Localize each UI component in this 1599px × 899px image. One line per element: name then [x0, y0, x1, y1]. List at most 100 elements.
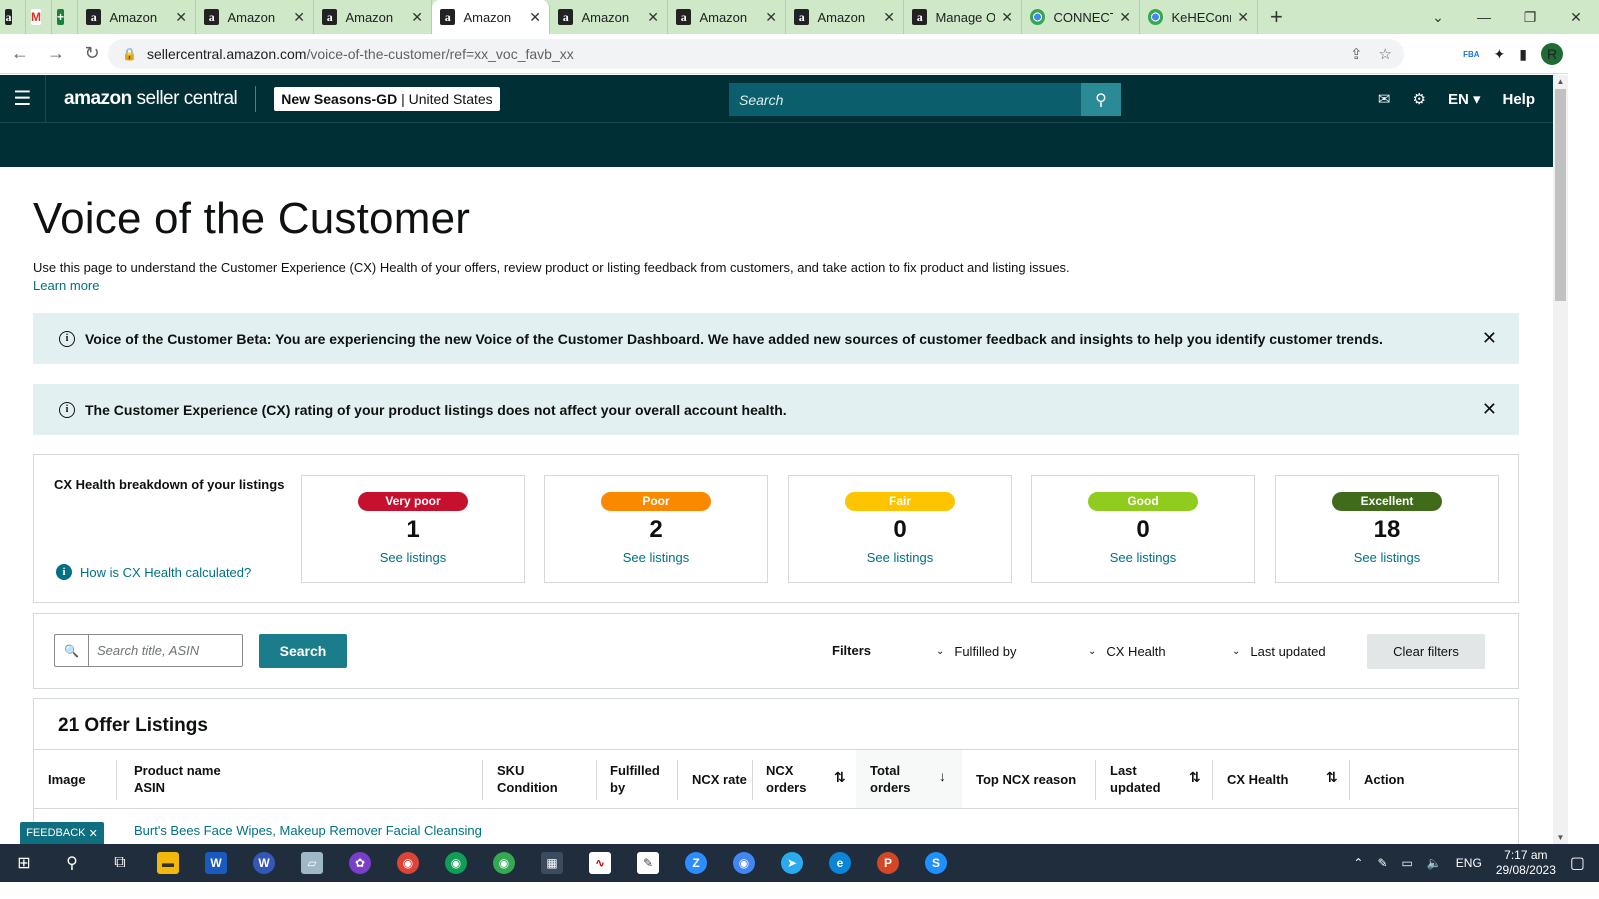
close-icon[interactable]: ✕: [1237, 9, 1249, 26]
col-top-ncx-reason[interactable]: Top NCX reason: [976, 750, 1076, 808]
see-listings-link[interactable]: See listings: [545, 550, 767, 565]
chrome-icon[interactable]: ◉: [720, 844, 768, 882]
sort-icon[interactable]: ⇅: [1326, 769, 1338, 786]
chevron-up-icon[interactable]: ⌃: [1353, 856, 1363, 870]
extensions-puzzle-icon[interactable]: ✦: [1494, 46, 1506, 63]
see-listings-link[interactable]: See listings: [1032, 550, 1254, 565]
profile-avatar[interactable]: R: [1541, 43, 1563, 65]
col-ncx-orders[interactable]: NCX orders: [766, 750, 806, 808]
sort-icon[interactable]: ⇅: [1189, 769, 1201, 786]
header-search-input[interactable]: Search: [729, 83, 1081, 116]
browser-tab[interactable]: a Amazon ✕: [550, 0, 668, 34]
browser-tab[interactable]: +: [52, 0, 78, 34]
windows-start-icon[interactable]: ⊞: [0, 844, 48, 882]
col-fulfilled-by[interactable]: Fulfilled by: [610, 750, 660, 808]
calculator-icon[interactable]: ▦: [528, 844, 576, 882]
word-icon[interactable]: W: [192, 844, 240, 882]
feedback-button[interactable]: FEEDBACK ✕: [20, 822, 104, 844]
notification-icon[interactable]: ▢: [1570, 853, 1585, 873]
close-icon[interactable]: ✕: [1482, 399, 1497, 420]
close-icon[interactable]: ✕: [1119, 9, 1131, 26]
chrome-icon[interactable]: ◉: [432, 844, 480, 882]
reload-icon[interactable]: ↻: [76, 43, 108, 64]
fba-extension-icon[interactable]: FBA: [1463, 50, 1479, 59]
close-icon[interactable]: ✕: [1482, 328, 1497, 349]
url-field[interactable]: 🔒 sellercentral.amazon.com/voice-of-the-…: [108, 39, 1404, 69]
browser-tab-active[interactable]: a Amazon ✕: [432, 0, 550, 34]
search-icon[interactable]: ⚲: [1081, 83, 1121, 116]
task-view-icon[interactable]: ⧉: [96, 844, 144, 882]
mail-icon[interactable]: ✉: [1378, 90, 1391, 108]
col-ncx-rate[interactable]: NCX rate: [692, 750, 747, 808]
tab-search-icon[interactable]: ⌄: [1415, 0, 1461, 34]
close-icon[interactable]: ✕: [765, 9, 777, 26]
app-icon[interactable]: ▱: [288, 844, 336, 882]
close-window-icon[interactable]: ✕: [1553, 0, 1599, 34]
col-cx-health[interactable]: CX Health: [1227, 750, 1288, 808]
seller-central-logo[interactable]: amazon seller central: [64, 88, 238, 110]
browser-tab[interactable]: M: [26, 0, 52, 34]
telegram-icon[interactable]: ➤: [768, 844, 816, 882]
language-indicator[interactable]: ENG: [1456, 856, 1482, 870]
browser-tab[interactable]: a Amazon ✕: [314, 0, 432, 34]
app-icon[interactable]: ✿: [336, 844, 384, 882]
close-icon[interactable]: ✕: [647, 9, 659, 26]
col-sku[interactable]: SKU Condition: [497, 750, 558, 808]
col-last-updated[interactable]: Last updated: [1110, 750, 1161, 808]
arrow-down-icon[interactable]: ↓: [939, 768, 946, 784]
page-scrollbar[interactable]: ▲ ▼: [1553, 75, 1568, 844]
app-icon[interactable]: ✎: [624, 844, 672, 882]
scrollbar-thumb[interactable]: [1555, 89, 1566, 301]
share-icon[interactable]: ⇪: [1350, 45, 1363, 63]
minimize-icon[interactable]: —: [1461, 0, 1507, 34]
chrome-icon[interactable]: ◉: [384, 844, 432, 882]
forward-icon[interactable]: →: [40, 43, 72, 64]
browser-tab[interactable]: a: [0, 0, 26, 34]
edge-icon[interactable]: e: [816, 844, 864, 882]
browser-tab[interactable]: CONNECT ✕: [1022, 0, 1140, 34]
fulfilled-by-dropdown[interactable]: ⌄ Fulfilled by: [936, 644, 1017, 659]
col-product-name[interactable]: Product name ASIN: [134, 750, 221, 808]
sort-icon[interactable]: ⇅: [834, 769, 846, 786]
close-icon[interactable]: ✕: [175, 9, 187, 26]
close-icon[interactable]: ✕: [883, 9, 895, 26]
app-icon[interactable]: ∿: [576, 844, 624, 882]
cx-health-dropdown[interactable]: ⌄ CX Health: [1088, 644, 1166, 659]
learn-more-link[interactable]: Learn more: [33, 278, 99, 293]
back-icon[interactable]: ←: [4, 43, 36, 64]
close-icon[interactable]: ✕: [293, 9, 305, 26]
cx-calculation-link[interactable]: i How is CX Health calculated?: [56, 564, 251, 580]
app-icon[interactable]: W: [240, 844, 288, 882]
browser-tab[interactable]: a Amazon ✕: [668, 0, 786, 34]
last-updated-dropdown[interactable]: ⌄ Last updated: [1232, 644, 1326, 659]
volume-icon[interactable]: 🔈: [1427, 856, 1442, 870]
see-listings-link[interactable]: See listings: [1276, 550, 1498, 565]
close-icon[interactable]: ✕: [411, 9, 423, 26]
gear-icon[interactable]: ⚙: [1412, 90, 1425, 108]
see-listings-link[interactable]: See listings: [302, 550, 524, 565]
new-tab-button[interactable]: +: [1258, 0, 1295, 34]
browser-tab[interactable]: a Amazon ✕: [196, 0, 314, 34]
clear-filters-button[interactable]: Clear filters: [1367, 634, 1485, 669]
network-icon[interactable]: ▭: [1402, 856, 1413, 870]
zoom-icon[interactable]: Z: [672, 844, 720, 882]
see-listings-link[interactable]: See listings: [789, 550, 1011, 565]
search-button[interactable]: Search: [259, 634, 347, 668]
browser-tab[interactable]: a Amazon ✕: [78, 0, 196, 34]
hamburger-menu-icon[interactable]: ☰: [0, 74, 46, 123]
help-link[interactable]: Help: [1502, 91, 1535, 108]
file-explorer-icon[interactable]: ▬: [144, 844, 192, 882]
powerpoint-icon[interactable]: P: [864, 844, 912, 882]
language-selector[interactable]: EN ▾: [1448, 90, 1481, 108]
store-selector[interactable]: New Seasons-GD | United States: [274, 86, 500, 111]
chrome-icon[interactable]: ◉: [480, 844, 528, 882]
clock[interactable]: 7:17 am 29/08/2023: [1496, 848, 1556, 878]
search-icon[interactable]: ⚲: [48, 844, 96, 882]
side-panel-icon[interactable]: ▮: [1519, 46, 1527, 63]
app-icon[interactable]: S: [912, 844, 960, 882]
close-icon[interactable]: ✕: [1001, 9, 1013, 26]
pen-icon[interactable]: ✎: [1377, 856, 1387, 870]
close-icon[interactable]: ✕: [529, 9, 541, 26]
scroll-down-icon[interactable]: ▼: [1553, 833, 1568, 842]
restore-icon[interactable]: ❐: [1507, 0, 1553, 34]
